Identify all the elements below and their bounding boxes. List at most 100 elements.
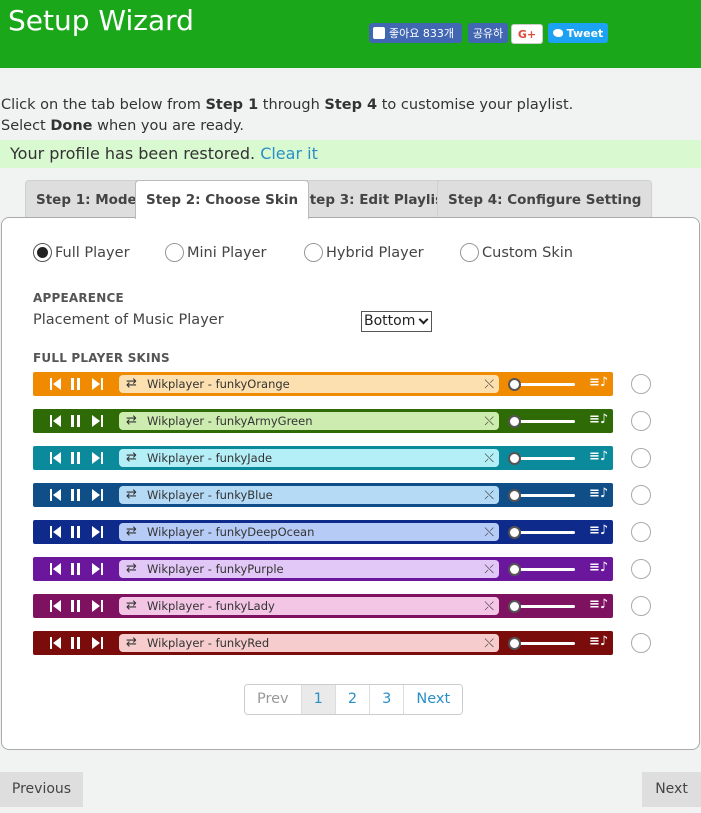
pagination-page-1[interactable]: 1 <box>300 685 335 714</box>
radio-button[interactable] <box>165 243 184 262</box>
facebook-share-button[interactable]: 공유하 <box>468 23 508 43</box>
shuffle-icon: ⤬ <box>484 377 494 391</box>
radio-mini-player[interactable]: Mini Player <box>165 243 267 262</box>
skin-select-radio[interactable] <box>631 633 651 653</box>
pause-icon <box>71 637 81 649</box>
previous-track-icon <box>50 526 61 538</box>
pause-icon <box>71 526 81 538</box>
clear-profile-link[interactable]: Clear it <box>260 144 318 163</box>
repeat-icon: ⇄ <box>126 598 137 613</box>
previous-track-icon <box>50 415 61 427</box>
skin-select-radio[interactable] <box>631 411 651 431</box>
pagination-prev[interactable]: Prev <box>245 685 301 714</box>
skin-track-display: ⇄ Wikplayer - funkyLady ⤬ <box>119 597 499 615</box>
next-track-icon <box>92 415 103 427</box>
next-track-icon <box>92 637 103 649</box>
skin-preview-row: ⇄ Wikplayer - funkyRed ⤬ ≡♪ <box>33 631 613 655</box>
skin-name: Wikplayer - funkyOrange <box>147 377 290 391</box>
radio-button[interactable] <box>460 243 479 262</box>
skin-preview-row: ⇄ Wikplayer - funkyOrange ⤬ ≡♪ <box>33 372 613 396</box>
chevron-down-icon <box>418 314 429 325</box>
playlist-icon: ≡♪ <box>589 486 609 501</box>
radio-button[interactable] <box>33 243 52 262</box>
pause-icon <box>71 378 81 390</box>
next-track-icon <box>92 600 103 612</box>
instruction-line-1: Click on the tab below from Step 1 throu… <box>1 97 574 113</box>
shuffle-icon: ⤬ <box>484 636 494 650</box>
playlist-icon: ≡♪ <box>589 412 609 427</box>
skin-preview-row: ⇄ Wikplayer - funkyBlue ⤬ ≡♪ <box>33 483 613 507</box>
tab-step-4-configure-setting[interactable]: Step 4: Configure Setting <box>437 180 653 218</box>
skin-name: Wikplayer - funkyBlue <box>147 488 273 502</box>
skin-preview-row: ⇄ Wikplayer - funkyDeepOcean ⤬ ≡♪ <box>33 520 613 544</box>
repeat-icon: ⇄ <box>126 635 137 650</box>
facebook-share-label: 공유하 <box>472 27 504 40</box>
pagination-page-2[interactable]: 2 <box>334 685 370 714</box>
previous-button[interactable]: Previous <box>0 772 83 807</box>
appearance-heading: APPEARENCE <box>33 291 124 305</box>
shuffle-icon: ⤬ <box>484 599 494 613</box>
profile-restored-notice: Your profile has been restored. Clear it <box>0 140 701 168</box>
repeat-icon: ⇄ <box>126 413 137 428</box>
volume-bar <box>520 383 575 386</box>
placement-value: Bottom <box>364 313 416 329</box>
radio-full-player[interactable]: Full Player <box>33 243 130 262</box>
radio-custom-skin[interactable]: Custom Skin <box>460 243 573 262</box>
volume-bar <box>520 531 575 534</box>
playlist-icon: ≡♪ <box>589 523 609 538</box>
skin-track-display: ⇄ Wikplayer - funkyOrange ⤬ <box>119 375 499 393</box>
pagination: Prev 1 2 3 Next <box>244 684 464 715</box>
previous-track-icon <box>50 563 61 575</box>
tab-step-3-edit-playlist[interactable]: Step 3: Edit Playlist <box>289 180 461 218</box>
volume-bar <box>520 568 575 571</box>
full-player-skins-heading: FULL PLAYER SKINS <box>33 351 170 365</box>
pagination-next[interactable]: Next <box>403 685 463 714</box>
placement-select[interactable]: Bottom <box>361 311 432 332</box>
repeat-icon: ⇄ <box>126 487 137 502</box>
radio-hybrid-player[interactable]: Hybrid Player <box>304 243 424 262</box>
playlist-icon: ≡♪ <box>589 560 609 575</box>
skin-select-radio[interactable] <box>631 522 651 542</box>
next-track-icon <box>92 563 103 575</box>
page-title: Setup Wizard <box>8 4 194 37</box>
tweet-button[interactable]: Tweet <box>548 23 608 43</box>
skin-select-radio[interactable] <box>631 485 651 505</box>
skin-track-display: ⇄ Wikplayer - funkyArmyGreen ⤬ <box>119 412 499 430</box>
shuffle-icon: ⤬ <box>484 488 494 502</box>
volume-bar <box>520 494 575 497</box>
next-track-icon <box>92 526 103 538</box>
skin-name: Wikplayer - funkyRed <box>147 636 270 650</box>
radio-button[interactable] <box>304 243 323 262</box>
google-plus-button[interactable]: G+ <box>511 24 543 44</box>
player-type-options: Full Player Mini Player Hybrid Player Cu… <box>33 243 699 263</box>
skin-select-radio[interactable] <box>631 448 651 468</box>
radio-label: Custom Skin <box>482 244 573 261</box>
previous-track-icon <box>50 489 61 501</box>
volume-knob <box>508 378 521 391</box>
next-button[interactable]: Next <box>642 772 701 807</box>
radio-label: Mini Player <box>187 244 267 261</box>
radio-label: Full Player <box>55 244 130 261</box>
volume-knob <box>508 600 521 613</box>
shuffle-icon: ⤬ <box>484 562 494 576</box>
playlist-icon: ≡♪ <box>589 597 609 612</box>
header: Setup Wizard 좋아요 833개 공유하 G+ Tweet <box>0 0 701 68</box>
tab-step-1-mode[interactable]: Step 1: Mode <box>25 180 148 218</box>
tab-step-2-choose-skin[interactable]: Step 2: Choose Skin <box>135 180 310 219</box>
skin-preview-row: ⇄ Wikplayer - funkyLady ⤬ ≡♪ <box>33 594 613 618</box>
volume-knob <box>508 452 521 465</box>
pagination-page-3[interactable]: 3 <box>369 685 404 714</box>
facebook-like-button[interactable]: 좋아요 833개 <box>369 23 462 43</box>
skin-select-radio[interactable] <box>631 374 651 394</box>
next-track-icon <box>92 378 103 390</box>
placement-label: Placement of Music Player <box>33 312 224 328</box>
skin-track-display: ⇄ Wikplayer - funkyJade ⤬ <box>119 449 499 467</box>
skin-select-radio[interactable] <box>631 559 651 579</box>
skin-panel: Full Player Mini Player Hybrid Player Cu… <box>1 217 700 750</box>
instructions: Click on the tab below from Step 1 throu… <box>1 95 573 137</box>
instruction-line-2: Select Done when you are ready. <box>1 118 244 134</box>
skin-select-radio[interactable] <box>631 596 651 616</box>
notice-text: Your profile has been restored. <box>10 144 256 163</box>
pause-icon <box>71 415 81 427</box>
volume-knob <box>508 637 521 650</box>
